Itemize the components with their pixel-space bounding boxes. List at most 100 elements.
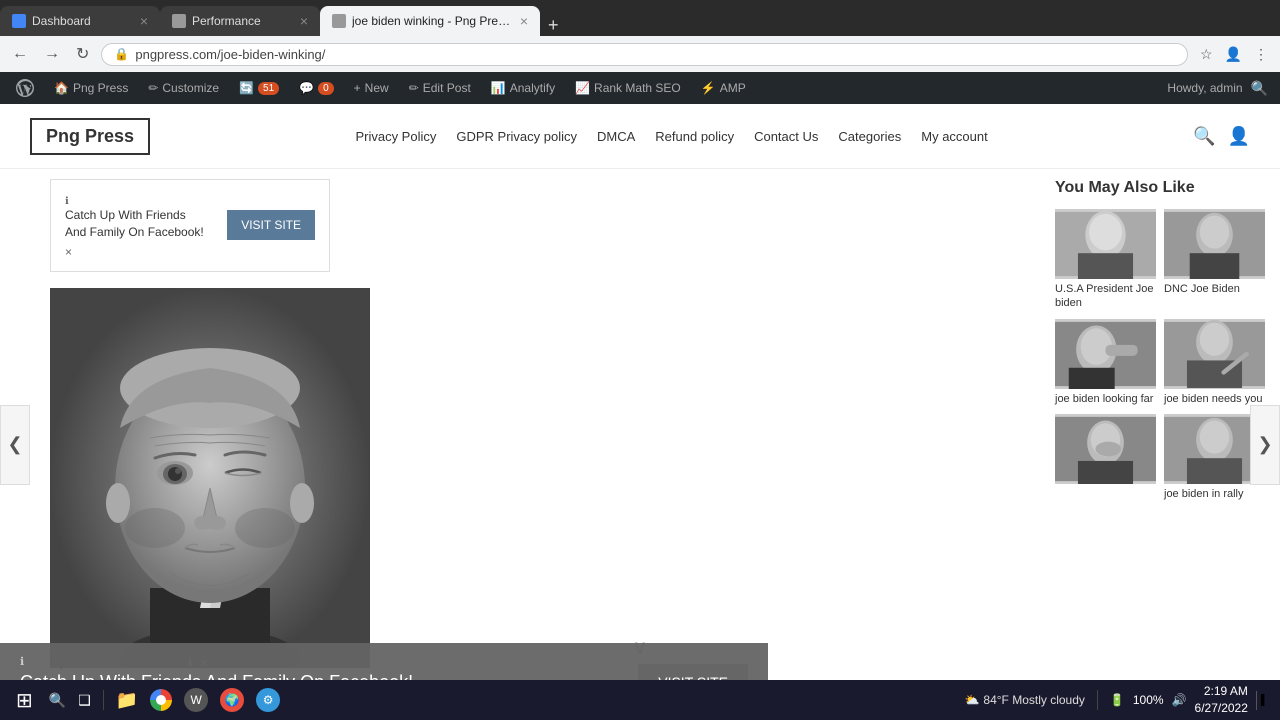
site-header-icons: 🔍 👤 [1193, 126, 1250, 147]
nav-dmca[interactable]: DMCA [597, 129, 635, 144]
related-thumb-4 [1164, 319, 1265, 389]
tab-dashboard[interactable]: Dashboard × [0, 6, 160, 36]
related-label-1: U.S.A President Joe biden [1055, 282, 1156, 311]
tab-title-pngpress: joe biden winking - Png Press pr... [352, 14, 514, 28]
related-item-1[interactable]: U.S.A President Joe biden [1055, 209, 1156, 311]
rank-math-label: Rank Math SEO [594, 81, 681, 95]
edit-label: Edit Post [423, 81, 471, 95]
site-label: Png Press [73, 81, 128, 95]
related-item-4[interactable]: joe biden needs you [1164, 319, 1265, 406]
tab-close-performance[interactable]: × [300, 13, 308, 29]
related-item-2[interactable]: DNC Joe Biden [1164, 209, 1265, 311]
taskbar-file-explorer[interactable]: 📁 [112, 686, 142, 715]
tab-pngpress[interactable]: joe biden winking - Png Press pr... × [320, 6, 540, 36]
tab-performance[interactable]: Performance × [160, 6, 320, 36]
nav-gdpr[interactable]: GDPR Privacy policy [456, 129, 577, 144]
related-thumb-5 [1055, 414, 1156, 484]
admin-search-button[interactable]: 🔍 [1247, 78, 1272, 99]
related-thumb-1 [1055, 209, 1156, 279]
related-label-3: joe biden looking far [1055, 392, 1156, 406]
time-text: 2:19 AM [1195, 683, 1248, 700]
prev-arrow[interactable]: ❮ [0, 405, 30, 485]
forward-button[interactable]: → [40, 43, 64, 65]
customize-icon: ✏ [148, 81, 158, 95]
related-item-3[interactable]: joe biden looking far [1055, 319, 1156, 406]
right-arrow-icon: ❯ [1257, 434, 1272, 455]
wp-admin-site[interactable]: 🏠 Png Press [46, 72, 136, 104]
site-icon: 🏠 [54, 81, 69, 95]
nav-refund[interactable]: Refund policy [655, 129, 734, 144]
taskbar-divider-2 [1097, 690, 1098, 710]
browser-chrome: Dashboard × Performance × joe biden wink… [0, 0, 1280, 72]
new-icon: + [354, 81, 361, 95]
taskbar-right: ⛅ 84°F Mostly cloudy 🔋 100% 🔊 2:19 AM 6/… [964, 683, 1272, 717]
start-button[interactable]: ⊞ [8, 686, 41, 715]
wp-admin-edit-post[interactable]: ✏ Edit Post [401, 72, 479, 104]
taskbar-icon-circle-2: 🌍 [220, 688, 244, 712]
taskbar-icon-circle-3: ⚙ [256, 688, 280, 712]
wp-logo-item[interactable] [8, 72, 42, 104]
wp-admin-analytify[interactable]: 📊 Analytify [483, 72, 563, 104]
main-image [50, 288, 370, 668]
taskbar-app-2[interactable]: 🌍 [216, 684, 248, 716]
taskbar-divider [103, 690, 104, 710]
taskbar-task-view[interactable]: ❑ [74, 688, 95, 713]
tab-icon-pngpress [332, 14, 346, 28]
site-logo[interactable]: Png Press [30, 118, 150, 155]
site-nav: Privacy Policy GDPR Privacy policy DMCA … [355, 129, 987, 144]
nav-categories[interactable]: Categories [838, 129, 901, 144]
tab-close-dashboard[interactable]: × [140, 13, 148, 29]
tab-icon-dashboard [12, 14, 26, 28]
visit-site-button[interactable]: VISIT SITE [227, 210, 315, 240]
wp-admin-rank-math[interactable]: 📈 Rank Math SEO [567, 72, 689, 104]
new-tab-button[interactable]: + [540, 15, 567, 36]
url-bar[interactable]: 🔒 pngpress.com/joe-biden-winking/ [101, 43, 1188, 66]
wp-admin-updates[interactable]: 🔄 51 [231, 72, 287, 104]
updates-icon: 🔄 [239, 81, 254, 95]
wp-admin-amp[interactable]: ⚡ AMP [693, 72, 754, 104]
edit-icon: ✏ [409, 81, 419, 95]
volume-icon: 🔊 [1172, 693, 1187, 707]
taskbar-app-3[interactable]: ⚙ [252, 684, 284, 716]
taskbar-app-1[interactable]: W [180, 684, 212, 716]
date-text: 6/27/2022 [1195, 700, 1248, 717]
related-label-6: joe biden in rally [1164, 487, 1265, 501]
search-button[interactable]: 🔍 [1193, 126, 1215, 147]
taskbar-search[interactable]: 🔍 [45, 688, 70, 713]
battery-text: 100% [1133, 693, 1164, 707]
tab-close-pngpress[interactable]: × [520, 13, 528, 29]
new-label: New [365, 81, 389, 95]
battery-icon: 🔋 [1110, 693, 1125, 707]
amp-label: AMP [720, 81, 746, 95]
wp-admin-customize[interactable]: ✏ Customize [140, 72, 227, 104]
comments-badge: 0 [318, 82, 334, 95]
profile-button[interactable]: 👤 [1221, 44, 1246, 65]
show-desktop-button[interactable]: ▌ [1256, 691, 1272, 710]
right-sidebar: You May Also Like U.S.A President Joe bi… [1040, 169, 1280, 720]
analytify-icon: 📊 [491, 81, 506, 95]
lock-icon: 🔒 [114, 47, 129, 61]
extensions-button[interactable]: ☆ [1196, 44, 1217, 65]
url-text: pngpress.com/joe-biden-winking/ [135, 47, 1175, 62]
biden-winking-image [50, 288, 370, 668]
amp-icon: ⚡ [701, 81, 716, 95]
nav-privacy-policy[interactable]: Privacy Policy [355, 129, 436, 144]
weather-text: 84°F Mostly cloudy [983, 693, 1085, 707]
menu-button[interactable]: ⋮ [1250, 44, 1272, 65]
nav-my-account[interactable]: My account [921, 129, 987, 144]
taskbar-chrome[interactable] [146, 685, 176, 715]
related-item-5[interactable] [1055, 414, 1156, 501]
account-button[interactable]: 👤 [1228, 126, 1250, 147]
comments-icon: 💬 [299, 81, 314, 95]
back-button[interactable]: ← [8, 43, 32, 65]
wp-admin-comments[interactable]: 💬 0 [291, 72, 342, 104]
wp-admin-new[interactable]: + New [346, 72, 397, 104]
weather-icon: ⛅ [964, 693, 979, 707]
taskbar-icon-circle-1: W [184, 688, 208, 712]
wp-logo-icon [16, 79, 34, 97]
nav-contact[interactable]: Contact Us [754, 129, 818, 144]
desktop-icon: ▌ [1261, 695, 1268, 706]
refresh-button[interactable]: ↻ [72, 42, 93, 66]
ad-close-button[interactable]: × [65, 245, 207, 259]
next-arrow[interactable]: ❯ [1250, 405, 1280, 485]
